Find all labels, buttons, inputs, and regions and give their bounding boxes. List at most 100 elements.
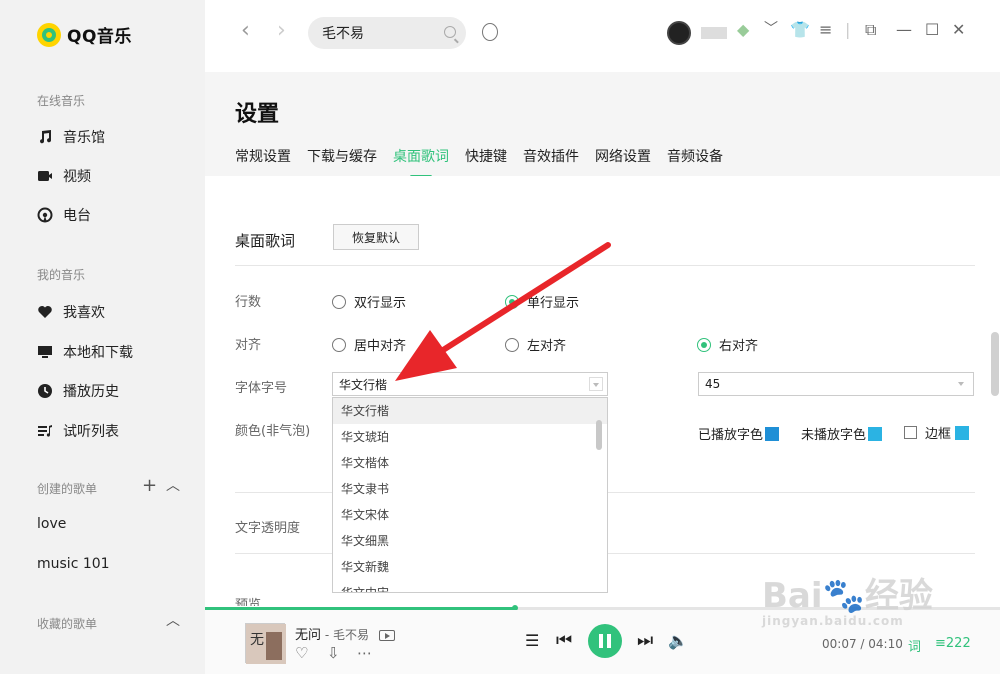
font-option[interactable]: 华文隶书 bbox=[333, 476, 607, 502]
playlist-count-value: 222 bbox=[945, 636, 971, 651]
playlist-queue-icon: ≡ bbox=[935, 636, 946, 651]
like-heart-icon[interactable]: ♡ bbox=[295, 646, 308, 661]
video-icon bbox=[37, 168, 53, 184]
app-logo[interactable]: QQ音乐 bbox=[37, 22, 132, 47]
color-unplayed[interactable]: 未播放字色 bbox=[801, 424, 883, 443]
song-title[interactable]: 无问 bbox=[295, 628, 321, 643]
font-option[interactable]: 华文新魏 bbox=[333, 554, 607, 580]
minimize-icon[interactable]: — bbox=[896, 22, 912, 38]
color-swatch-unplayed[interactable] bbox=[868, 426, 883, 441]
border-checkbox[interactable] bbox=[904, 426, 917, 439]
user-menu-chevron-icon[interactable]: ﹀ bbox=[764, 22, 778, 36]
radio-align-right[interactable]: 右对齐 bbox=[697, 335, 758, 354]
radio-align-center[interactable]: 居中对齐 bbox=[332, 335, 406, 354]
sidebar-item-label: 本地和下载 bbox=[63, 345, 133, 361]
tab-general[interactable]: 常规设置 bbox=[235, 146, 291, 178]
mini-mode-icon[interactable]: ⧉ bbox=[865, 22, 876, 38]
sidebar-item-radio[interactable]: 电台 bbox=[37, 205, 91, 225]
back-arrow-icon[interactable]: ‹ bbox=[241, 20, 250, 42]
pause-button[interactable] bbox=[588, 624, 622, 658]
tab-desktop-lyrics[interactable]: 桌面歌词 bbox=[393, 146, 449, 178]
album-cover[interactable]: 无 bbox=[245, 623, 286, 664]
playlist-item-music-101[interactable]: music 101 bbox=[37, 556, 110, 572]
dropdown-scrollbar[interactable] bbox=[596, 420, 602, 450]
username-redacted[interactable] bbox=[701, 27, 727, 39]
font-family-select[interactable]: 华文行楷 bbox=[332, 372, 608, 396]
select-caret-icon[interactable] bbox=[955, 377, 969, 391]
settings-content: 桌面歌词 恢复默认 行数 双行显示 单行显示 对齐 居中对齐 左对齐 右对齐 字… bbox=[205, 176, 1000, 606]
color-swatch-played[interactable] bbox=[765, 426, 780, 441]
previous-track-icon[interactable]: ⏮ bbox=[556, 632, 572, 650]
font-option[interactable]: 华文楷体 bbox=[333, 450, 607, 476]
playlist-icon bbox=[37, 423, 53, 439]
font-label: 字体字号 bbox=[235, 381, 288, 396]
align-label: 对齐 bbox=[235, 338, 262, 353]
clock-icon bbox=[37, 383, 53, 399]
color-border[interactable]: 边框 bbox=[904, 423, 970, 442]
tab-shortcuts[interactable]: 快捷键 bbox=[465, 146, 507, 178]
font-option[interactable]: 华文琥珀 bbox=[333, 424, 607, 450]
tab-audio-device[interactable]: 音频设备 bbox=[667, 146, 723, 178]
created-playlists-section-title: 创建的歌单 bbox=[37, 482, 98, 496]
tab-download-cache[interactable]: 下载与缓存 bbox=[307, 146, 377, 178]
skin-shirt-icon[interactable]: 👕 bbox=[790, 22, 810, 38]
diamond-vip-icon[interactable]: ◆ bbox=[737, 22, 749, 38]
sidebar-item-video[interactable]: 视频 bbox=[37, 166, 91, 186]
content-scrollbar[interactable] bbox=[991, 332, 999, 396]
sidebar-item-local-downloads[interactable]: 本地和下载 bbox=[37, 342, 133, 362]
font-option[interactable]: 华文行楷 bbox=[333, 398, 607, 424]
play-time: 00:07 / 04:10 bbox=[822, 637, 903, 651]
sidebar-item-music-hall[interactable]: 音乐馆 bbox=[37, 127, 105, 147]
color-unplayed-label: 未播放字色 bbox=[801, 428, 867, 443]
color-played[interactable]: 已播放字色 bbox=[698, 424, 780, 443]
sidebar-item-preview-list[interactable]: 试听列表 bbox=[37, 421, 119, 441]
lyrics-toggle-icon[interactable]: 词 bbox=[908, 636, 921, 655]
playlist-item-love[interactable]: love bbox=[37, 516, 66, 532]
watermark-brand: Bai bbox=[762, 576, 823, 616]
font-family-dropdown[interactable]: 华文行楷 华文琥珀 华文楷体 华文隶书 华文宋体 华文细黑 华文新魏 华文中宋 bbox=[332, 397, 608, 593]
tab-network[interactable]: 网络设置 bbox=[595, 146, 651, 178]
title-separator: - bbox=[321, 628, 333, 642]
tab-sound-plugins[interactable]: 音效插件 bbox=[523, 146, 579, 178]
collected-playlists-section-title: 收藏的歌单 bbox=[37, 617, 98, 631]
heart-icon bbox=[37, 304, 53, 320]
playlist-count[interactable]: ≡222 bbox=[935, 636, 971, 651]
color-swatch-border[interactable] bbox=[955, 425, 970, 440]
collapse-collected-chevron-icon[interactable]: ︿ bbox=[166, 614, 180, 628]
font-option[interactable]: 华文细黑 bbox=[333, 528, 607, 554]
main-menu-icon[interactable]: ≡ bbox=[819, 22, 832, 38]
next-track-icon[interactable]: ⏭ bbox=[637, 632, 653, 650]
restore-default-button[interactable]: 恢复默认 bbox=[333, 224, 419, 250]
divider-bar: | bbox=[845, 20, 851, 39]
collapse-created-chevron-icon[interactable]: ︿ bbox=[166, 479, 180, 493]
sidebar-item-history[interactable]: 播放历史 bbox=[37, 381, 119, 401]
maximize-icon[interactable]: ☐ bbox=[925, 22, 939, 38]
artist-name[interactable]: 毛不易 bbox=[333, 628, 369, 642]
download-icon[interactable]: ⇩ bbox=[327, 646, 340, 661]
voice-search-icon[interactable] bbox=[482, 23, 498, 41]
font-option[interactable]: 华文中宋 bbox=[333, 580, 607, 592]
play-order-icon[interactable]: ☰ bbox=[525, 633, 539, 649]
volume-icon[interactable]: 🔈 bbox=[668, 633, 688, 649]
add-playlist-icon[interactable]: + bbox=[142, 477, 157, 495]
more-options-icon[interactable]: ⋯ bbox=[357, 646, 372, 661]
radio-label: 双行显示 bbox=[354, 296, 407, 311]
close-icon[interactable]: ✕ bbox=[952, 22, 965, 38]
search-input[interactable]: 毛不易 bbox=[308, 17, 466, 49]
font-size-select[interactable]: 45 bbox=[698, 372, 974, 396]
forward-arrow-icon[interactable]: › bbox=[277, 20, 286, 42]
radio-indicator bbox=[332, 294, 346, 309]
search-icon[interactable] bbox=[444, 26, 456, 38]
radio-single-line[interactable]: 单行显示 bbox=[505, 292, 579, 311]
radio-label: 单行显示 bbox=[527, 296, 580, 311]
radio-indicator bbox=[505, 337, 519, 352]
sidebar-item-favorites[interactable]: 我喜欢 bbox=[37, 302, 105, 322]
font-option[interactable]: 华文宋体 bbox=[333, 502, 607, 528]
radio-align-left[interactable]: 左对齐 bbox=[505, 335, 566, 354]
mv-icon[interactable] bbox=[379, 630, 396, 641]
radio-label: 居中对齐 bbox=[354, 339, 407, 354]
select-caret-icon[interactable] bbox=[589, 377, 603, 391]
radio-indicator bbox=[332, 337, 346, 352]
user-avatar[interactable] bbox=[667, 21, 691, 45]
radio-double-line[interactable]: 双行显示 bbox=[332, 292, 406, 311]
